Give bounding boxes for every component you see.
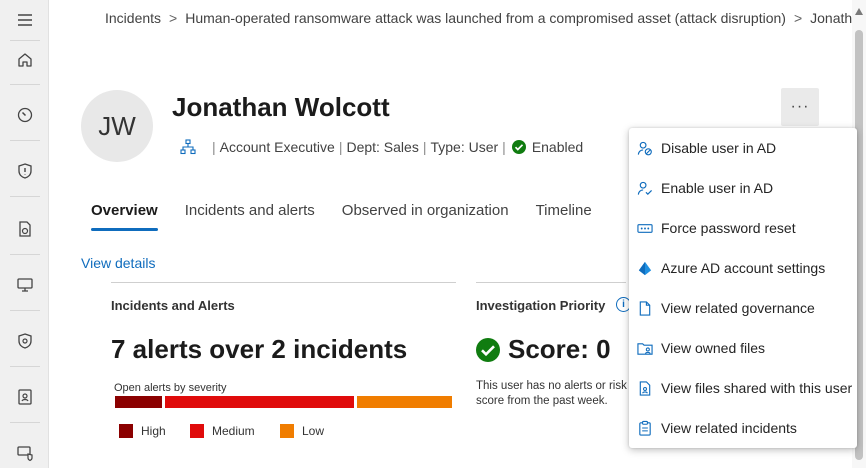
rail-divider — [10, 366, 40, 367]
breadcrumb-separator: > — [169, 10, 178, 26]
rail-divider — [10, 84, 40, 85]
app-window: Incidents > Human-operated ransomware atta… — [0, 0, 866, 468]
meta-divider: | — [212, 139, 216, 155]
score-description: This user has no alerts or risk score fr… — [476, 380, 627, 407]
avatar: JW — [81, 90, 153, 162]
legend-low: Low — [280, 424, 324, 438]
menu-item-view-shared-files[interactable]: View files shared with this user — [629, 368, 857, 408]
rail-divider — [10, 196, 40, 197]
devices-icon[interactable] — [12, 272, 38, 298]
legend-swatch — [119, 424, 133, 438]
folder-user-icon — [637, 340, 653, 356]
user-status: Enabled — [531, 139, 584, 155]
meta-divider: | — [422, 139, 427, 155]
clipboard-icon — [637, 420, 653, 436]
menu-item-label: View files shared with this user — [661, 380, 853, 396]
menu-item-label: View related incidents — [661, 420, 797, 436]
score-check-icon — [476, 337, 500, 362]
breadcrumb-separator: > — [793, 10, 803, 26]
legend-swatch — [190, 424, 204, 438]
menu-item-label: Force password reset — [661, 220, 796, 236]
severity-bar-low[interactable] — [357, 396, 452, 408]
alerts-summary: 7 alerts over 2 incidents — [111, 334, 408, 364]
identity-icon[interactable] — [12, 384, 38, 410]
score-value: Score: 0 — [508, 334, 611, 364]
priority-card-title: Investigation Priority — [476, 298, 606, 313]
tab-observed-in-organization[interactable]: Observed in organization — [342, 202, 509, 231]
menu-item-view-owned-files[interactable]: View owned files — [629, 328, 857, 368]
meta-divider: | — [338, 139, 343, 155]
user-type: Type: User — [430, 139, 499, 155]
home-icon[interactable] — [12, 47, 38, 73]
shield-icon[interactable] — [12, 158, 38, 184]
legend-high: High — [119, 424, 166, 438]
more-actions-button[interactable]: ··· — [781, 88, 819, 126]
menu-item-view-related-incidents[interactable]: View related incidents — [629, 408, 857, 448]
enabled-check-icon — [511, 140, 526, 154]
org-chart-icon[interactable] — [180, 139, 196, 155]
tab-list: Overview Incidents and alerts Observed i… — [91, 202, 619, 231]
user-check-icon — [637, 180, 653, 196]
file-shared-icon — [637, 380, 653, 396]
user-block-icon — [637, 140, 653, 156]
menu-item-label: Enable user in AD — [661, 180, 774, 196]
severity-bar-high[interactable] — [115, 396, 162, 408]
rail-divider — [10, 254, 40, 255]
menu-item-force-password-reset[interactable]: Force password reset — [629, 208, 857, 248]
menu-item-label: Azure AD account settings — [661, 260, 826, 276]
rail-divider — [10, 140, 40, 141]
gauge-icon[interactable] — [12, 102, 38, 128]
breadcrumb: Incidents > Human-operated ransomware atta… — [105, 10, 852, 26]
menu-item-azure-ad-settings[interactable]: Azure AD account settings — [629, 248, 857, 288]
scroll-up-arrow-icon[interactable] — [855, 8, 863, 15]
incidents-card-title: Incidents and Alerts — [111, 298, 235, 313]
rail-divider — [10, 310, 40, 311]
view-details-link[interactable]: View details — [81, 255, 155, 271]
menu-item-disable-user[interactable]: Disable user in AD — [629, 128, 857, 168]
tab-timeline[interactable]: Timeline — [536, 202, 592, 231]
menu-item-view-related-governance[interactable]: View related governance — [629, 288, 857, 328]
actions-menu: Disable user in AD Enable user in AD For… — [629, 128, 857, 448]
tab-incidents-and-alerts[interactable]: Incidents and alerts — [185, 202, 315, 231]
user-meta: | Account Executive | Dept: Sales | Type… — [180, 139, 583, 155]
left-nav-rail — [0, 0, 49, 468]
priority-score: Score: 0 — [476, 334, 611, 365]
menu-item-label: View owned files — [661, 340, 766, 356]
menu-item-label: Disable user in AD — [661, 140, 777, 156]
severity-bar-medium[interactable] — [165, 396, 354, 408]
legend-medium: Medium — [190, 424, 255, 438]
menu-item-label: View related governance — [661, 300, 815, 316]
breadcrumb-incidents[interactable]: Incidents — [105, 10, 161, 26]
meta-divider: | — [502, 139, 506, 155]
legend-label: Medium — [212, 424, 255, 438]
legend-swatch — [280, 424, 294, 438]
rail-divider — [10, 40, 40, 41]
breadcrumb-user: Jonath — [810, 10, 853, 26]
legend-label: Low — [302, 424, 325, 438]
severity-label: Open alerts by severity — [114, 382, 227, 394]
card-divider — [111, 282, 456, 283]
breadcrumb-incident[interactable]: Human-operated ransomware attack was lau… — [185, 10, 786, 26]
azure-ad-icon — [637, 260, 653, 276]
file-lock-icon[interactable] — [12, 216, 38, 242]
device-shield-icon[interactable] — [12, 440, 38, 466]
tab-overview[interactable]: Overview — [91, 202, 158, 231]
user-name: Jonathan Wolcott — [172, 92, 390, 122]
document-icon — [637, 300, 653, 316]
security-check-icon[interactable] — [12, 328, 38, 354]
menu-item-enable-user[interactable]: Enable user in AD — [629, 168, 857, 208]
menu-icon[interactable] — [12, 7, 38, 33]
card-divider — [476, 282, 626, 283]
legend-label: High — [141, 424, 166, 438]
password-icon — [637, 220, 653, 236]
user-title: Account Executive — [219, 139, 335, 155]
user-dept: Dept: Sales — [346, 139, 419, 155]
rail-divider — [10, 422, 40, 423]
